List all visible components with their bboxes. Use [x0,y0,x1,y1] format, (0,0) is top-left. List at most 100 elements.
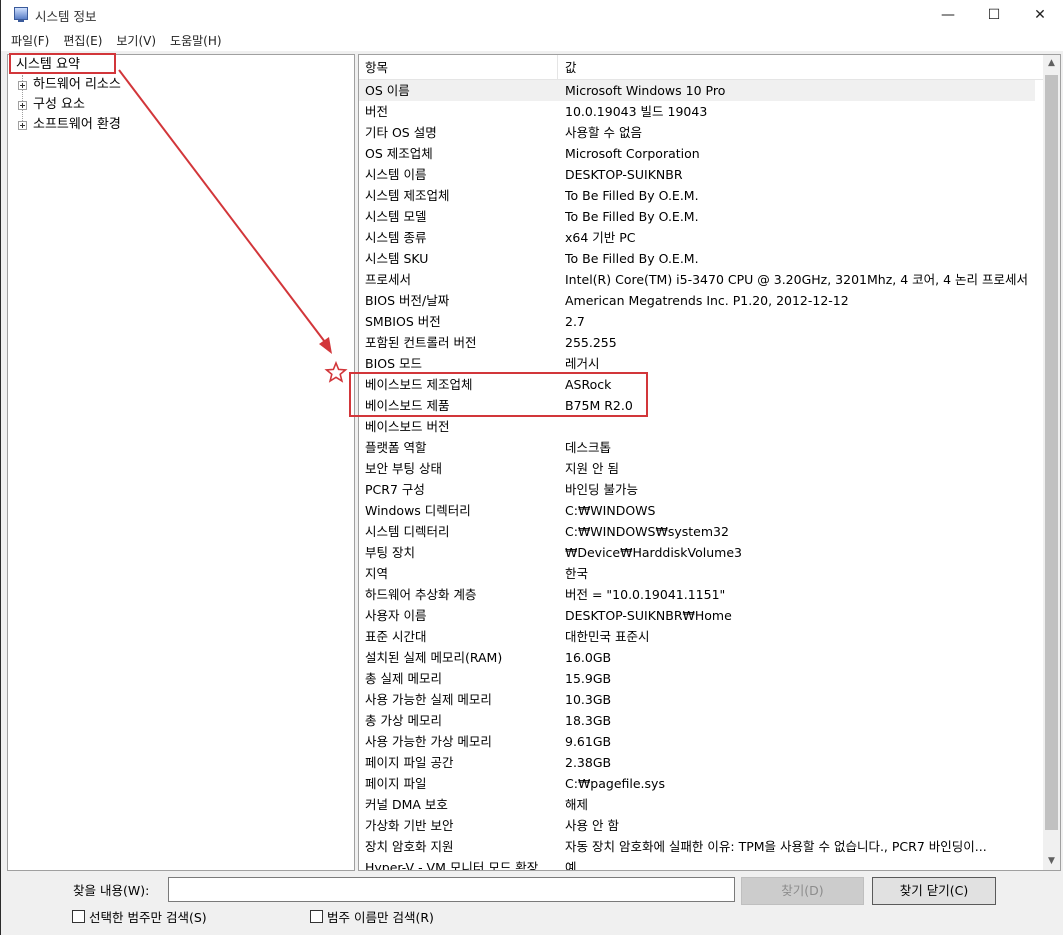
table-row[interactable]: 표준 시간대 대한민국 표준시 [359,626,1043,647]
vertical-scrollbar[interactable]: ▲ ▼ [1043,55,1060,870]
table-row[interactable]: 하드웨어 추상화 계층 버전 = "10.0.19041.1151" [359,584,1043,605]
row-value: DESKTOP-SUIKNBR₩Home [565,608,732,623]
table-row[interactable]: 프로세서 Intel(R) Core(TM) i5-3470 CPU @ 3.20… [359,269,1043,290]
table-row[interactable]: 총 가상 메모리 18.3GB [359,710,1043,731]
table-row[interactable]: 시스템 제조업체 To Be Filled By O.E.M. [359,185,1043,206]
row-value: 16.0GB [565,650,612,665]
maximize-icon: ☐ [987,6,1001,23]
table-row[interactable]: 버전 10.0.19043 빌드 19043 [359,101,1043,122]
table-row[interactable]: 시스템 SKU To Be Filled By O.E.M. [359,248,1043,269]
column-header-item[interactable]: 항목 [359,55,388,80]
table-row[interactable]: BIOS 모드 레거시 [359,353,1043,374]
row-value: 2.7 [565,314,585,329]
checkbox-label: 선택한 범주만 검색(S) [89,910,207,925]
find-button[interactable]: 찾기(D) [741,877,864,905]
table-row[interactable]: 시스템 모델 To Be Filled By O.E.M. [359,206,1043,227]
row-value: To Be Filled By O.E.M. [565,188,699,203]
table-row[interactable]: 사용 가능한 실제 메모리 10.3GB [359,689,1043,710]
search-input[interactable] [168,877,735,902]
row-key: 커널 DMA 보호 [365,797,448,812]
column-divider[interactable] [557,55,558,80]
table-row[interactable]: 페이지 파일 공간 2.38GB [359,752,1043,773]
row-key: BIOS 모드 [365,356,423,371]
maximize-button[interactable]: ☐ [971,0,1017,29]
row-value: American Megatrends Inc. P1.20, 2012-12-… [565,293,849,308]
table-row[interactable]: 페이지 파일 C:₩pagefile.sys [359,773,1043,794]
row-value: 10.3GB [565,692,612,707]
row-value: ₩Device₩HarddiskVolume3 [565,545,742,560]
menu-edit[interactable]: 편집(E) [56,32,109,49]
row-key: 부팅 장치 [365,545,415,560]
row-value: 10.0.19043 빌드 19043 [565,104,708,119]
row-key: 설치된 실제 메모리(RAM) [365,650,503,665]
scroll-down-arrow-icon[interactable]: ▼ [1043,853,1060,870]
row-key: OS 이름 [365,83,410,98]
scrollbar-thumb[interactable] [1045,75,1058,830]
row-value: Microsoft Corporation [565,146,700,161]
table-row[interactable]: 플랫폼 역할 데스크톱 [359,437,1043,458]
table-row[interactable]: SMBIOS 버전 2.7 [359,311,1043,332]
row-value: 예 [565,860,577,871]
menu-help[interactable]: 도움말(H) [163,32,229,49]
table-row[interactable]: Windows 디렉터리 C:₩WINDOWS [359,500,1043,521]
expand-plus-icon[interactable] [18,100,27,110]
table-row[interactable]: 기타 OS 설명 사용할 수 없음 [359,122,1043,143]
expand-plus-icon[interactable] [18,120,27,130]
table-row[interactable]: 베이스보드 버전 [359,416,1043,437]
minimize-button[interactable]: — [925,0,971,29]
table-row[interactable]: OS 이름 Microsoft Windows 10 Pro [359,80,1035,101]
table-row[interactable]: Hyper-V - VM 모니터 모드 확장 예 [359,857,1043,871]
minimize-icon: — [941,6,955,23]
row-key: OS 제조업체 [365,146,433,161]
close-find-button[interactable]: 찾기 닫기(C) [872,877,996,905]
table-row[interactable]: 커널 DMA 보호 해제 [359,794,1043,815]
row-value: 바인딩 불가능 [565,482,638,497]
table-row[interactable]: 사용자 이름 DESKTOP-SUIKNBR₩Home [359,605,1043,626]
row-value: To Be Filled By O.E.M. [565,209,699,224]
table-row[interactable]: BIOS 버전/날짜 American Megatrends Inc. P1.20… [359,290,1043,311]
list-rows: OS 이름 Microsoft Windows 10 Pro 버전 10.0.1904… [359,80,1043,871]
tree-item-label: 구성 요소 [33,97,85,112]
search-category-names-checkbox[interactable]: 범주 이름만 검색(R) [310,907,434,926]
row-key: 보안 부팅 상태 [365,461,442,476]
checkbox-box[interactable] [72,910,85,923]
table-row[interactable]: 부팅 장치 ₩Device₩HarddiskVolume3 [359,542,1043,563]
tree-item-components[interactable]: 구성 요소 [18,95,85,115]
checkbox-box[interactable] [310,910,323,923]
row-value: 2.38GB [565,755,612,770]
expand-plus-icon[interactable] [18,80,27,90]
row-value: 255.255 [565,335,617,350]
row-value: 9.61GB [565,734,612,749]
close-button[interactable]: ✕ [1017,0,1063,29]
tree-item-hardware-resources[interactable]: 하드웨어 리소스 [18,75,121,95]
checkbox-label: 범주 이름만 검색(R) [327,910,434,925]
table-row[interactable]: 설치된 실제 메모리(RAM) 16.0GB [359,647,1043,668]
list-header: 항목 값 [359,55,1043,80]
tree-item-software-environment[interactable]: 소프트웨어 환경 [18,115,121,135]
search-selected-category-checkbox[interactable]: 선택한 범주만 검색(S) [72,907,207,926]
scroll-up-arrow-icon[interactable]: ▲ [1043,55,1060,72]
row-value: To Be Filled By O.E.M. [565,251,699,266]
table-row[interactable]: 장치 암호화 지원 자동 장치 암호화에 실패한 이유: TPM을 사용할 수 없… [359,836,1043,857]
menu-file[interactable]: 파일(F) [1,32,56,49]
column-header-value[interactable]: 값 [559,55,577,80]
table-row[interactable]: 총 실제 메모리 15.9GB [359,668,1043,689]
row-value: 레거시 [565,356,600,371]
table-row[interactable]: 가상화 기반 보안 사용 안 함 [359,815,1043,836]
close-icon: ✕ [1034,6,1046,23]
table-row[interactable]: 사용 가능한 가상 메모리 9.61GB [359,731,1043,752]
row-key: 프로세서 [365,272,412,287]
table-row[interactable]: 지역 한국 [359,563,1043,584]
table-row[interactable]: 시스템 종류 x64 기반 PC [359,227,1043,248]
menu-view[interactable]: 보기(V) [109,32,163,49]
table-row[interactable]: 시스템 디렉터리 C:₩WINDOWS₩system32 [359,521,1043,542]
table-row[interactable]: OS 제조업체 Microsoft Corporation [359,143,1043,164]
table-row[interactable]: PCR7 구성 바인딩 불가능 [359,479,1043,500]
row-key: 베이스보드 버전 [365,419,450,434]
row-key: 하드웨어 추상화 계층 [365,587,477,602]
row-key: 기타 OS 설명 [365,125,437,140]
table-row[interactable]: 시스템 이름 DESKTOP-SUIKNBR [359,164,1043,185]
table-row[interactable]: 포함된 컨트롤러 버전 255.255 [359,332,1043,353]
row-key: 사용 가능한 실제 메모리 [365,692,492,707]
table-row[interactable]: 보안 부팅 상태 지원 안 됨 [359,458,1043,479]
